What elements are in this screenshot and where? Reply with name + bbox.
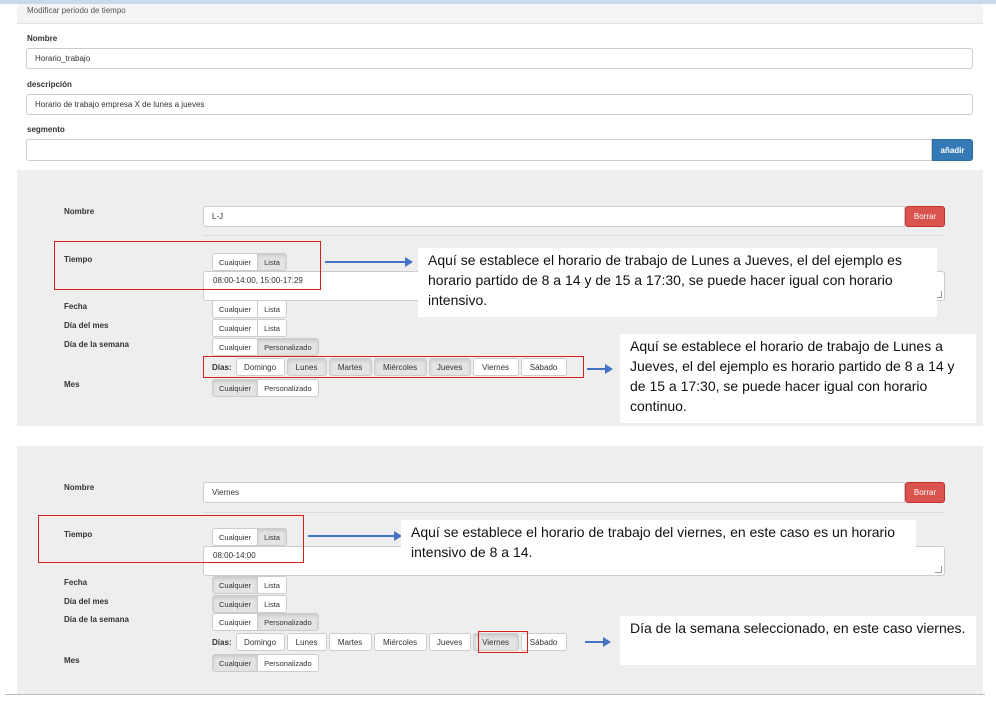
dia-mes-option-cualquier[interactable]: Cualquier xyxy=(213,596,258,612)
dia-mes-option-lista[interactable]: Lista xyxy=(257,320,286,336)
nombre-input[interactable]: Horario_trabajo xyxy=(26,48,973,69)
mes-option-personalizado[interactable]: Personalizado xyxy=(257,655,318,671)
delete-segment-button[interactable]: Borrar xyxy=(905,206,945,227)
dia-semana-option-cualquier[interactable]: Cualquier xyxy=(213,339,258,355)
day-button-domingo[interactable]: Domingo xyxy=(235,633,285,651)
arrow-icon xyxy=(325,257,413,267)
bottom-divider xyxy=(5,694,985,695)
arrow-icon xyxy=(585,637,611,647)
dia-mes-label: Día del mes xyxy=(64,597,109,606)
day-button-jueves[interactable]: Jueves xyxy=(428,633,471,651)
segmento-label: segmento xyxy=(27,125,65,134)
callout-tiempo-v: Aquí se establece el horario de trabajo … xyxy=(401,520,916,575)
highlight-tiempo-box xyxy=(38,515,304,563)
segmento-input[interactable] xyxy=(26,139,932,161)
fecha-option-cualquier[interactable]: Cualquier xyxy=(213,301,258,317)
dia-semana-option-personalizado[interactable]: Personalizado xyxy=(257,339,318,355)
callout-dias-lj: Aquí se establece el horario de trabajo … xyxy=(620,334,976,423)
highlight-days-box xyxy=(203,356,584,378)
descripcion-label: descripción xyxy=(27,80,72,89)
mes-option-cualquier[interactable]: Cualquier xyxy=(213,380,258,396)
arrow-icon xyxy=(587,364,613,374)
day-button-martes[interactable]: Martes xyxy=(328,633,372,651)
fecha-toggle: Cualquier Lista xyxy=(212,576,287,594)
dia-semana-label: Día de la semana xyxy=(64,340,129,349)
segment-nombre-input[interactable]: L-J xyxy=(203,206,905,227)
mes-option-cualquier[interactable]: Cualquier xyxy=(213,655,258,671)
segment-nombre-input[interactable]: Viernes xyxy=(203,482,905,503)
arrow-icon xyxy=(308,531,402,541)
dia-mes-option-cualquier[interactable]: Cualquier xyxy=(213,320,258,336)
resize-grip-icon[interactable] xyxy=(935,566,942,573)
day-button-lunes[interactable]: Lunes xyxy=(286,633,327,651)
dia-mes-toggle: Cualquier Lista xyxy=(212,595,287,613)
segment-nombre-label: Nombre xyxy=(64,207,95,216)
dia-semana-toggle: Cualquier Personalizado xyxy=(212,613,319,631)
fecha-option-lista[interactable]: Lista xyxy=(257,577,286,593)
descripcion-input[interactable]: Horario de trabajo empresa X de lunes a … xyxy=(26,94,973,115)
mes-label: Mes xyxy=(64,656,80,665)
dia-semana-option-cualquier[interactable]: Cualquier xyxy=(213,614,258,630)
divider xyxy=(203,512,945,513)
divider xyxy=(203,235,945,236)
callout-tiempo-lj: Aquí se establece el horario de trabajo … xyxy=(418,248,937,317)
fecha-label: Fecha xyxy=(64,578,88,587)
panel-title: Modificar periodo de tiempo xyxy=(27,6,126,15)
fecha-toggle: Cualquier Lista xyxy=(212,300,287,318)
mes-toggle: Cualquier Personalizado xyxy=(212,379,319,397)
dia-mes-label: Día del mes xyxy=(64,321,109,330)
nombre-label: Nombre xyxy=(27,34,58,43)
fecha-label: Fecha xyxy=(64,302,88,311)
fecha-option-lista[interactable]: Lista xyxy=(257,301,286,317)
mes-option-personalizado[interactable]: Personalizado xyxy=(257,380,318,396)
mes-label: Mes xyxy=(64,380,80,389)
segment-nombre-label: Nombre xyxy=(64,483,95,492)
day-button-miercoles[interactable]: Miércoles xyxy=(373,633,427,651)
highlight-viernes-box xyxy=(478,631,528,653)
dia-mes-option-lista[interactable]: Lista xyxy=(257,596,286,612)
dia-semana-option-personalizado[interactable]: Personalizado xyxy=(257,614,318,630)
days-label: Días: xyxy=(212,637,232,647)
fecha-option-cualquier[interactable]: Cualquier xyxy=(213,577,258,593)
panel-header xyxy=(17,4,983,24)
dia-semana-toggle: Cualquier Personalizado xyxy=(212,338,319,356)
highlight-tiempo-box xyxy=(54,241,321,290)
mes-toggle: Cualquier Personalizado xyxy=(212,654,319,672)
add-segment-button[interactable]: añadir xyxy=(932,139,973,161)
dia-mes-toggle: Cualquier Lista xyxy=(212,319,287,337)
callout-dias-v: Día de la semana seleccionado, en este c… xyxy=(620,616,976,665)
delete-segment-button[interactable]: Borrar xyxy=(905,482,945,503)
dia-semana-label: Día de la semana xyxy=(64,615,129,624)
